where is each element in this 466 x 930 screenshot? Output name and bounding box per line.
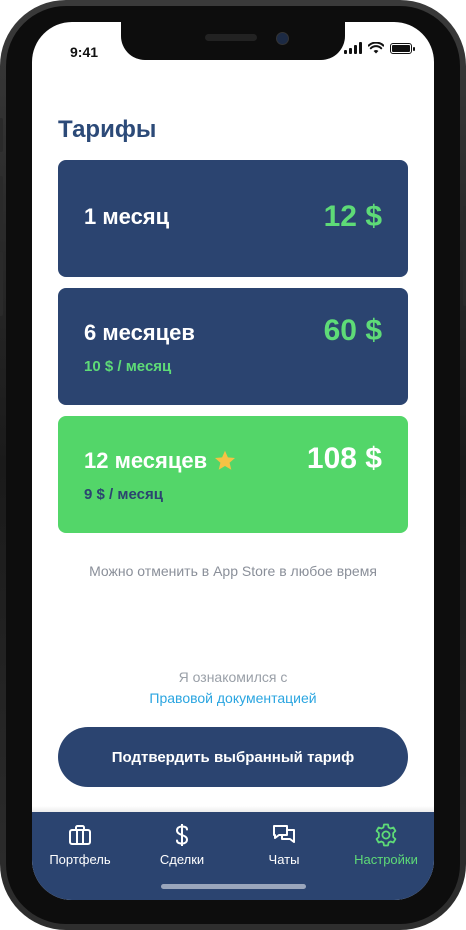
wifi-icon — [368, 42, 384, 54]
phone-frame: 9:41 Тарифы 1 месяц 12 $ 6 месяцев 60 $ … — [0, 0, 466, 930]
status-icons — [344, 42, 415, 54]
speaker — [205, 34, 257, 41]
dollar-icon — [175, 824, 189, 846]
star-icon — [215, 450, 236, 470]
plan-price: 60 $ — [323, 314, 382, 347]
camera — [276, 32, 289, 45]
plan-card-6-months[interactable]: 6 месяцев 60 $ 10 $ / месяц — [58, 288, 408, 405]
tab-label: Настройки — [354, 852, 418, 867]
tab-portfolio[interactable]: Портфель — [32, 822, 130, 867]
tab-chats[interactable]: Чаты — [234, 822, 334, 867]
tab-label: Сделки — [159, 852, 205, 867]
plan-monthly-price: 9 $ / месяц — [84, 486, 163, 503]
briefcase-icon — [69, 825, 91, 845]
battery-icon — [390, 42, 415, 54]
app-screen: 9:41 Тарифы 1 месяц 12 $ 6 месяцев 60 $ … — [32, 22, 434, 900]
tab-bar: Портфель Сделки Чаты Настройки — [32, 812, 434, 900]
tab-settings[interactable]: Настройки — [336, 822, 434, 867]
tab-label: Чаты — [268, 852, 300, 867]
plan-card-12-months[interactable]: 12 месяцев 108 $ 9 $ / месяц — [58, 416, 408, 533]
plan-name: 1 месяц — [84, 204, 170, 229]
plan-name: 12 месяцев — [84, 448, 208, 473]
agreement-text: Я ознакомился с — [178, 669, 288, 685]
gear-icon — [375, 823, 397, 847]
plan-name: 6 месяцев — [84, 320, 195, 345]
mute-switch — [0, 118, 3, 152]
tab-deals[interactable]: Сделки — [132, 822, 232, 867]
plan-card-1-month[interactable]: 1 месяц 12 $ — [58, 160, 408, 277]
confirm-plan-button[interactable]: Подтвердить выбранный тариф — [58, 727, 408, 787]
plan-name-row: 12 месяцев — [84, 448, 237, 474]
page-title: Тарифы — [58, 116, 157, 143]
status-time: 9:41 — [70, 44, 99, 60]
plan-monthly-price: 10 $ / месяц — [84, 358, 172, 375]
notch — [121, 22, 345, 60]
signal-icon — [344, 42, 362, 54]
plan-price: 108 $ — [306, 442, 382, 475]
chat-icon — [273, 825, 295, 843]
legal-docs-link[interactable]: Правовой документацией — [32, 690, 434, 706]
plan-price: 12 $ — [323, 200, 382, 233]
cancel-note: Можно отменить в App Store в любое время — [89, 563, 377, 579]
tab-label: Портфель — [49, 852, 111, 867]
volume-down-button — [0, 252, 3, 316]
volume-up-button — [0, 176, 3, 240]
home-indicator — [161, 884, 306, 889]
